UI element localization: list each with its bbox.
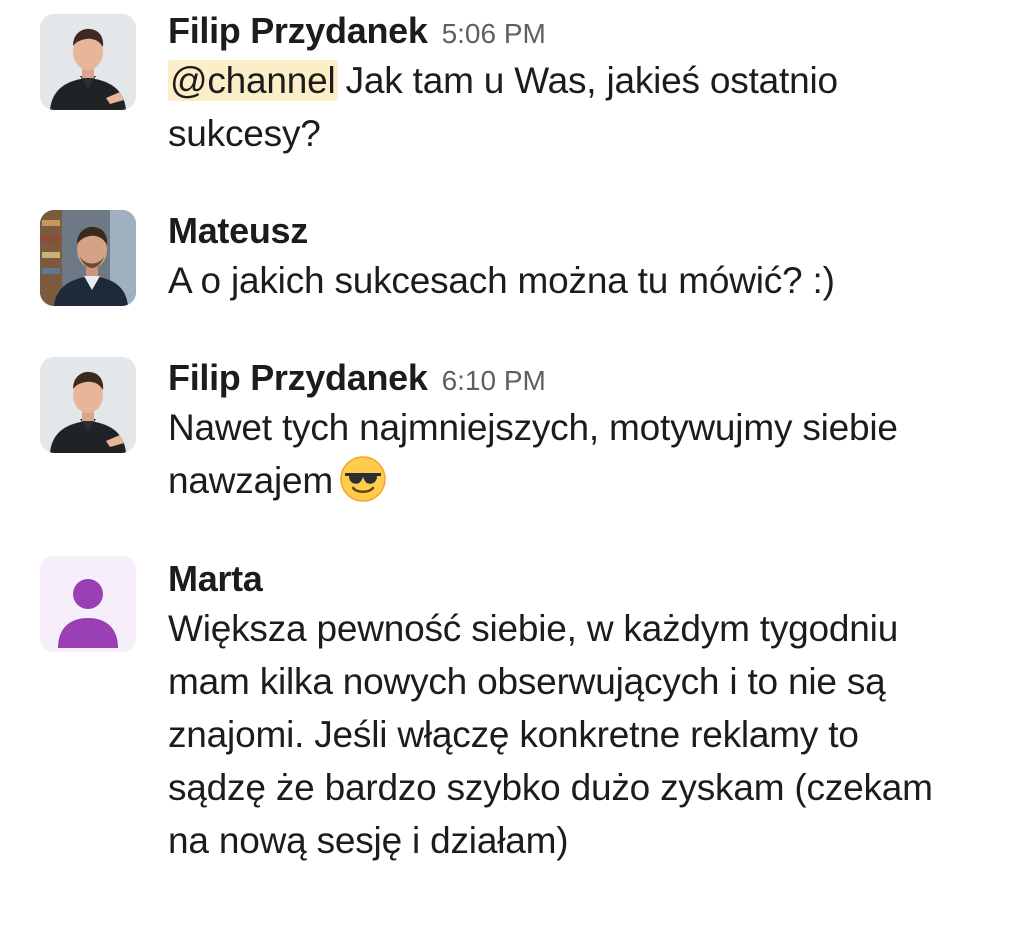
- person-photo-icon: [40, 357, 136, 453]
- message-body: Nawet tych najmniejszych, motywujmy sieb…: [168, 407, 898, 501]
- message-text: Nawet tych najmniejszych, motywujmy sieb…: [168, 401, 984, 517]
- avatar-filip[interactable]: [40, 357, 136, 453]
- author-name[interactable]: Mateusz: [168, 208, 308, 254]
- message-timestamp[interactable]: 6:10 PM: [442, 358, 546, 404]
- message-text: @channel Jak tam u Was, jakieś ostatnio s…: [168, 54, 984, 160]
- sunglasses-emoji-icon: [339, 455, 387, 517]
- channel-mention[interactable]: @channel: [168, 60, 338, 101]
- person-photo-icon: [40, 14, 136, 110]
- author-name[interactable]: Marta: [168, 556, 263, 602]
- avatar-mateusz[interactable]: [40, 210, 136, 306]
- person-photo-icon: [40, 210, 136, 306]
- avatar-filip[interactable]: [40, 14, 136, 110]
- message-body: A o jakich sukcesach można tu mówić? :): [168, 260, 835, 301]
- author-name[interactable]: Filip Przydanek: [168, 355, 428, 401]
- message-body: Większa pewność siebie, w każdym tygodni…: [168, 608, 933, 861]
- avatar-marta[interactable]: [40, 556, 136, 652]
- default-user-icon: [40, 556, 136, 652]
- message-timestamp[interactable]: 5:06 PM: [442, 11, 546, 57]
- author-name[interactable]: Filip Przydanek: [168, 8, 428, 54]
